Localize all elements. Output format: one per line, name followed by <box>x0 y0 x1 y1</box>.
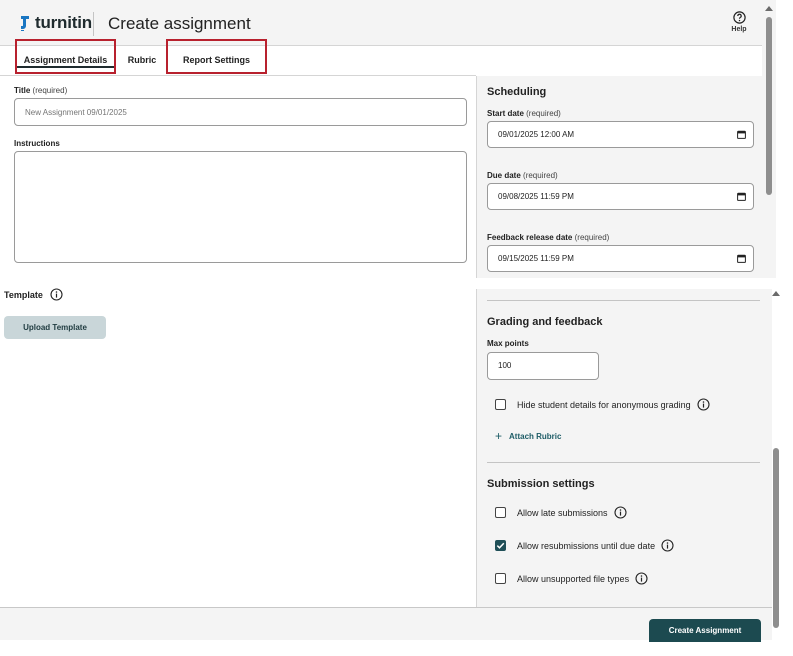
late-info-icon[interactable] <box>613 506 627 519</box>
help-label: Help <box>731 26 747 33</box>
anonymous-info-icon[interactable] <box>697 398 710 411</box>
anonymous-grading-label: Hide student details for anonymous gradi… <box>517 399 691 410</box>
resubmissions-checkbox[interactable] <box>495 540 506 551</box>
unsupported-info-icon[interactable] <box>635 572 648 585</box>
due-date-label: Due date (required) <box>487 171 558 180</box>
max-points-value: 100 <box>498 361 512 370</box>
anonymous-grading-row: Hide student details for anonymous gradi… <box>495 398 710 411</box>
turnitin-logo-icon <box>21 16 29 31</box>
tab-report-settings[interactable]: Report Settings <box>166 39 267 74</box>
brand-name: turnitin <box>35 13 92 32</box>
late-submissions-checkbox[interactable] <box>495 507 506 518</box>
section-divider <box>487 462 760 463</box>
unsupported-files-checkbox[interactable] <box>495 573 506 584</box>
calendar-icon[interactable] <box>737 130 746 139</box>
submission-title: Submission settings <box>487 478 595 490</box>
start-date-input[interactable]: 09/01/2025 12:00 AM <box>487 121 754 148</box>
help-button[interactable]: Help <box>728 11 750 33</box>
start-date-label-text: Start date <box>487 109 524 118</box>
grading-panel <box>476 289 772 607</box>
template-label: Template <box>4 290 43 300</box>
grading-title: Grading and feedback <box>487 316 603 328</box>
release-date-required: (required) <box>574 233 610 242</box>
main-scrollbar-thumb[interactable] <box>766 17 772 195</box>
title-label: Title (required) <box>14 86 67 95</box>
attach-rubric-label: Attach Rubric <box>509 431 562 441</box>
turnitin-logo: turnitin <box>19 13 92 33</box>
unsupported-files-label: Allow unsupported file types <box>517 573 630 584</box>
tab-report-settings-label: Report Settings <box>182 55 250 65</box>
upload-template-button[interactable]: Upload Template <box>4 316 106 339</box>
unsupported-files-row: Allow unsupported file types <box>495 572 648 585</box>
attach-rubric-link[interactable]: + Attach Rubric <box>495 429 562 443</box>
resubmissions-row: Allow resubmissions until due date <box>495 539 674 552</box>
start-date-value: 09/01/2025 12:00 AM <box>498 130 575 139</box>
title-required: (required) <box>32 86 68 95</box>
panel-scrollbar-thumb[interactable] <box>773 448 779 628</box>
late-submissions-label: Allow late submissions <box>517 507 608 518</box>
due-date-input[interactable]: 09/08/2025 11:59 PM <box>487 183 754 210</box>
tab-assignment-details[interactable]: Assignment Details <box>15 39 116 74</box>
start-date-label: Start date (required) <box>487 109 561 118</box>
help-icon <box>732 11 746 24</box>
due-date-label-text: Due date <box>487 171 521 180</box>
calendar-icon[interactable] <box>737 254 746 263</box>
due-date-required: (required) <box>523 171 558 180</box>
section-divider <box>487 300 760 301</box>
instructions-textarea[interactable] <box>14 151 467 263</box>
due-date-value: 09/08/2025 11:59 PM <box>498 192 574 201</box>
release-date-value: 09/15/2025 11:59 PM <box>498 254 574 263</box>
resubmissions-label: Allow resubmissions until due date <box>517 540 656 551</box>
max-points-input[interactable]: 100 <box>487 352 599 380</box>
title-input[interactable] <box>14 98 467 126</box>
release-date-label-text: Feedback release date <box>487 233 573 242</box>
header-divider <box>93 12 94 36</box>
tabs-divider <box>0 75 476 76</box>
panel-scroll-up-arrow-icon[interactable] <box>772 291 780 296</box>
tab-assignment-details-label: Assignment Details <box>23 55 108 65</box>
tab-rubric-label: Rubric <box>127 55 157 65</box>
tab-rubric[interactable]: Rubric <box>120 46 164 76</box>
template-info-icon[interactable] <box>50 288 63 306</box>
title-label-text: Title <box>14 86 31 95</box>
scroll-up-arrow-icon[interactable] <box>765 6 773 11</box>
release-date-label: Feedback release date (required) <box>487 233 609 242</box>
late-submissions-row: Allow late submissions <box>495 506 627 519</box>
tab-bar: Assignment Details Rubric Report Setting… <box>0 39 476 76</box>
start-date-required: (required) <box>526 109 561 118</box>
create-assignment-button[interactable]: Create Assignment <box>649 619 761 642</box>
instructions-label: Instructions <box>14 139 60 148</box>
max-points-label: Max points <box>487 339 529 348</box>
calendar-icon[interactable] <box>737 192 746 201</box>
anonymous-grading-checkbox[interactable] <box>495 399 506 410</box>
release-date-input[interactable]: 09/15/2025 11:59 PM <box>487 245 754 272</box>
tab-selected-indicator <box>17 66 114 68</box>
scheduling-title: Scheduling <box>487 86 547 98</box>
page-title: Create assignment <box>108 14 251 33</box>
checkmark-icon <box>496 542 505 549</box>
resubmissions-info-icon[interactable] <box>661 539 674 552</box>
plus-icon: + <box>495 429 503 443</box>
